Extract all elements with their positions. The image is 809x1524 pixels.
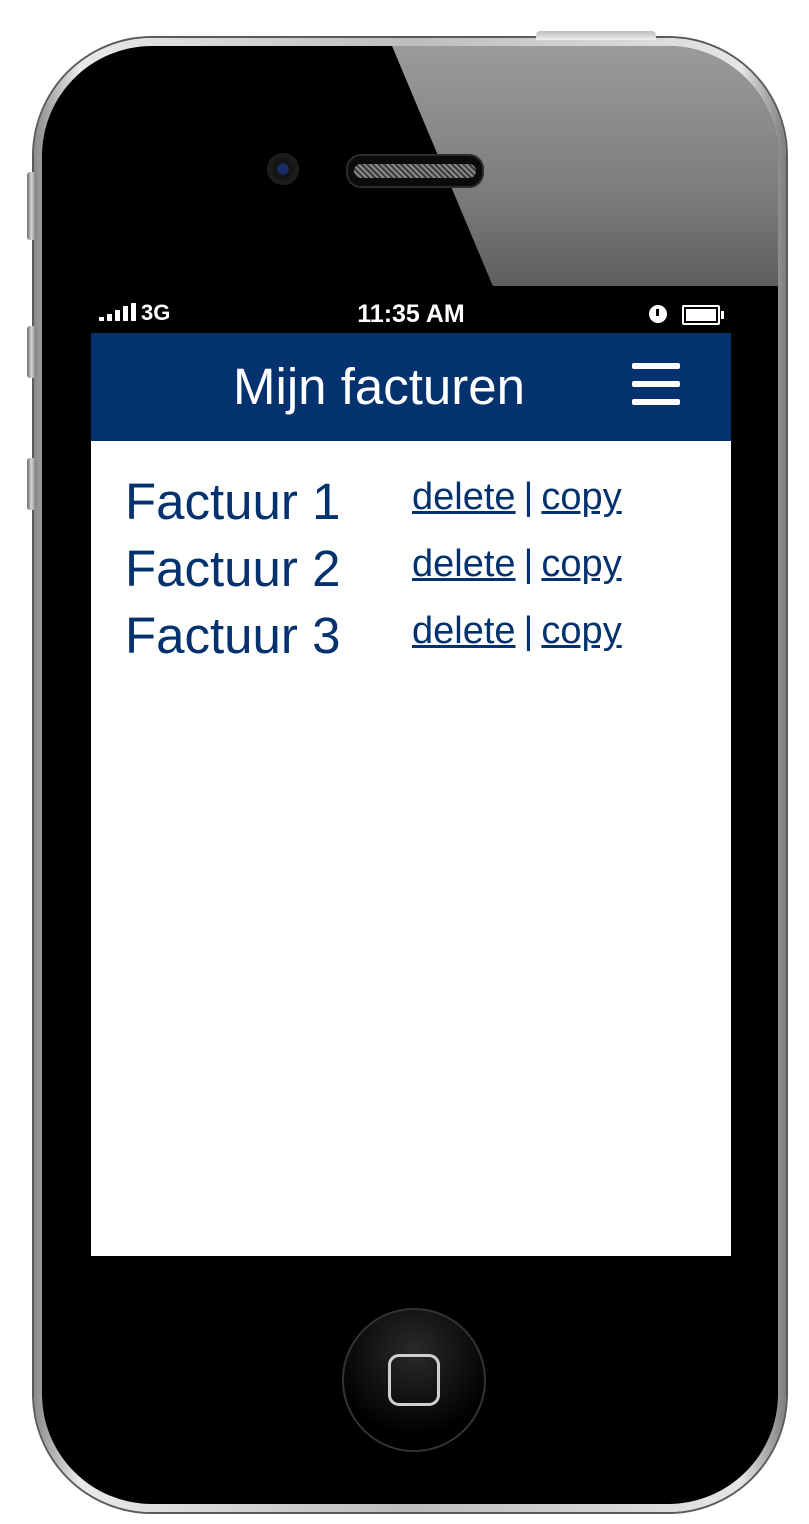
list-item: Factuur 1 delete | copy bbox=[125, 472, 705, 539]
list-item: Factuur 2 delete | copy bbox=[125, 539, 705, 606]
invoice-list: Factuur 1 delete | copy Factuur 2 delete | c… bbox=[125, 472, 705, 673]
volume-up-button[interactable] bbox=[27, 326, 36, 378]
delete-link[interactable]: delete bbox=[412, 543, 516, 585]
link-separator: | bbox=[523, 610, 534, 652]
invoice-actions: delete | copy bbox=[412, 543, 622, 586]
volume-down-button[interactable] bbox=[27, 458, 36, 510]
home-square-icon bbox=[388, 1354, 440, 1406]
mute-switch[interactable] bbox=[27, 172, 36, 240]
status-time: 11:35 AM bbox=[357, 300, 465, 328]
invoice-name: Factuur 3 bbox=[125, 607, 341, 664]
list-item: Factuur 3 delete | copy bbox=[125, 606, 705, 673]
link-separator: | bbox=[523, 476, 534, 518]
copy-link[interactable]: copy bbox=[541, 610, 621, 652]
delete-link[interactable]: delete bbox=[412, 610, 516, 652]
screen: 3G 11:35 AM Mijn facturen Factuur 1 dele… bbox=[91, 295, 731, 1256]
copy-link[interactable]: copy bbox=[541, 543, 621, 585]
earpiece-speaker bbox=[346, 154, 484, 188]
clock-icon bbox=[649, 305, 667, 323]
invoice-name: Factuur 2 bbox=[125, 540, 341, 597]
front-camera bbox=[267, 153, 299, 185]
battery-icon bbox=[682, 305, 724, 325]
page-title: Mijn facturen bbox=[233, 358, 525, 415]
home-button[interactable] bbox=[342, 1308, 486, 1452]
delete-link[interactable]: delete bbox=[412, 476, 516, 518]
sleep-button[interactable] bbox=[536, 31, 656, 40]
app-header: Mijn facturen bbox=[91, 333, 731, 441]
hamburger-menu-icon[interactable] bbox=[632, 363, 680, 405]
copy-link[interactable]: copy bbox=[541, 476, 621, 518]
status-bar: 3G 11:35 AM bbox=[91, 295, 731, 333]
link-separator: | bbox=[523, 543, 534, 585]
invoice-actions: delete | copy bbox=[412, 476, 622, 519]
invoice-name: Factuur 1 bbox=[125, 473, 341, 530]
invoice-actions: delete | copy bbox=[412, 610, 622, 653]
